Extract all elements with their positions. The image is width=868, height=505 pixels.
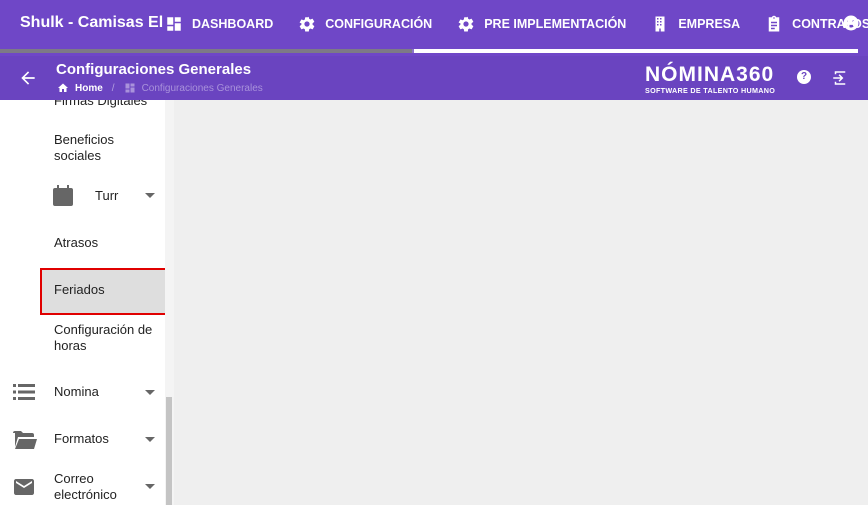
sidebar-item-nomina[interactable]: Nomina [54, 384, 99, 400]
clipboard-icon [768, 15, 780, 32]
sidebar-scrollbar[interactable] [165, 100, 174, 505]
breadcrumb-separator: / [111, 82, 115, 94]
face-icon [843, 15, 859, 31]
home-icon [58, 83, 68, 92]
building-icon [655, 16, 665, 32]
back-button[interactable] [18, 68, 38, 88]
app-title: Shulk - Camisas El [20, 14, 164, 31]
folder-icon [13, 431, 37, 454]
sidebar: Firmas Digitales Beneficios sociales Tur… [0, 100, 174, 505]
nav-progress-fill [0, 49, 412, 53]
top-navigation-bar: Shulk - Camisas El DASHBOARD CONFIGURACI… [0, 0, 868, 56]
nav-progress-bar [0, 49, 858, 53]
dashboard-icon [125, 83, 135, 93]
page-title: Configuraciones Generales [56, 61, 252, 78]
nav-pre-implementacion-label: PRE IMPLEMENTACIÓN [484, 17, 627, 31]
breadcrumb-home-label: Home [75, 82, 103, 94]
gear-icon [458, 16, 474, 32]
nav-pre-implementacion[interactable]: PRE IMPLEMENTACIÓN [457, 15, 626, 33]
arrow-left-icon [21, 71, 35, 85]
mail-icon [14, 479, 34, 500]
chevron-down-icon[interactable] [145, 437, 155, 442]
page-header: Configuraciones Generales Home / Configu… [0, 56, 868, 100]
nav-progress-rest [414, 49, 858, 53]
nav-empresa[interactable]: EMPRESA [651, 15, 740, 33]
brand-logo: NÓMINA360 SOFTWARE DE TALENTO HUMANO [645, 64, 800, 96]
dashboard-icon [167, 17, 181, 31]
nav-dashboard-label: DASHBOARD [192, 17, 274, 31]
nav-configuracion-label: CONFIGURACIÓN [325, 17, 433, 31]
help-icon[interactable]: ? [797, 70, 811, 84]
logout-button[interactable] [831, 69, 849, 87]
breadcrumb: Home / Configuraciones Generales [57, 82, 263, 94]
nav-overflow-icon[interactable] [842, 14, 860, 32]
chevron-down-icon[interactable] [145, 193, 155, 198]
chevron-down-icon[interactable] [145, 390, 155, 395]
brand-logo-name: NÓMINA360 [645, 63, 775, 86]
nav-dashboard[interactable]: DASHBOARD [165, 15, 273, 33]
sidebar-item-atrasos[interactable]: Atrasos [54, 235, 98, 251]
sidebar-item-configuracion-horas[interactable]: Configuración de horas [54, 322, 164, 354]
calendar-icon [53, 184, 73, 211]
sidebar-item-feriados[interactable]: Feriados [54, 282, 105, 298]
main-nav: DASHBOARD CONFIGURACIÓN PRE IMPLEMENTACI… [165, 0, 868, 48]
sidebar-item-turnos[interactable]: Turr [95, 188, 118, 204]
breadcrumb-home[interactable]: Home [57, 82, 103, 94]
logout-icon [833, 71, 846, 85]
breadcrumb-current: Configuraciones Generales [124, 82, 263, 94]
breadcrumb-current-label: Configuraciones Generales [141, 82, 263, 94]
main-content [174, 100, 868, 505]
sidebar-item-formatos[interactable]: Formatos [54, 431, 109, 447]
sidebar-item-beneficios-sociales[interactable]: Beneficios sociales [54, 132, 154, 164]
nav-empresa-label: EMPRESA [678, 17, 741, 31]
sidebar-item-correo-electronico[interactable]: Correo electrónico [54, 471, 126, 503]
gear-icon [299, 16, 315, 32]
chevron-down-icon[interactable] [145, 484, 155, 489]
brand-logo-tagline: SOFTWARE DE TALENTO HUMANO [645, 86, 776, 95]
nav-configuracion[interactable]: CONFIGURACIÓN [298, 15, 432, 33]
sidebar-scrollbar-thumb[interactable] [166, 397, 172, 505]
list-icon [13, 383, 35, 406]
sidebar-item-firmas-digitales[interactable]: Firmas Digitales [54, 100, 147, 108]
